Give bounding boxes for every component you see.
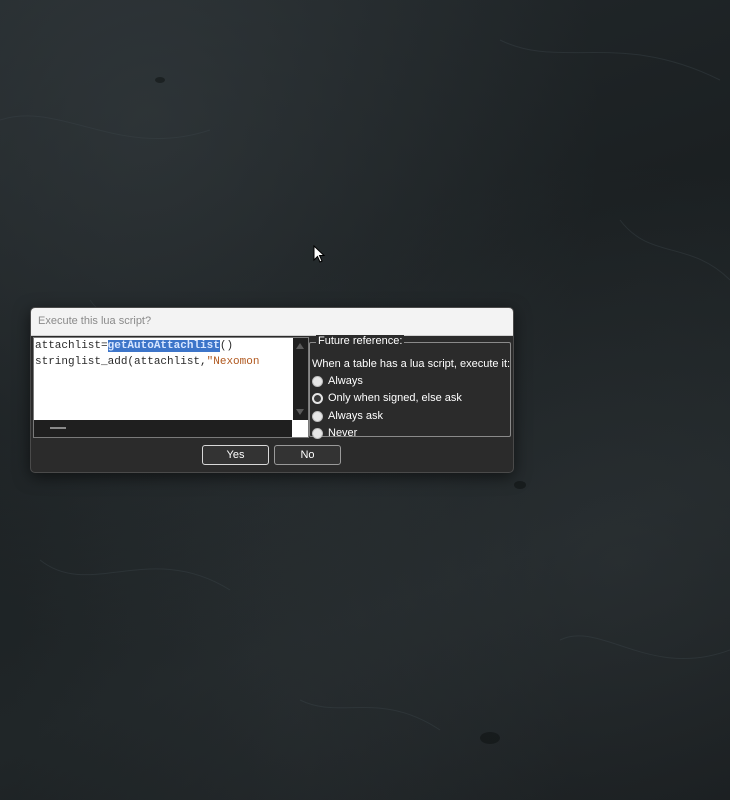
future-reference-group: Future reference: When a table has a lua…: [309, 335, 511, 439]
radio-label-always-ask[interactable]: Always ask: [328, 410, 383, 422]
script-text-area[interactable]: attachlist=getAutoAttachlist() stringlis…: [34, 338, 292, 420]
radio-option-never[interactable]: Never: [312, 425, 357, 441]
script-string-literal: "Nexomon: [206, 356, 260, 368]
radio-option-always[interactable]: Always: [312, 373, 363, 389]
future-reference-legend: Future reference:: [316, 335, 405, 347]
radio-label-only-when-signed[interactable]: Only when signed, else ask: [328, 392, 462, 404]
script-line-1: attachlist=getAutoAttachlist(): [35, 339, 233, 353]
script-selected-text: getAutoAttachlist: [107, 340, 220, 352]
radio-button-icon[interactable]: [312, 410, 323, 422]
radio-button-icon[interactable]: [312, 375, 323, 387]
radio-label-always[interactable]: Always: [328, 375, 363, 387]
yes-button[interactable]: Yes: [202, 445, 269, 465]
radio-button-checked-icon[interactable]: [312, 392, 323, 404]
script-line-1-prefix: attachlist=: [35, 340, 108, 352]
radio-button-icon[interactable]: [312, 427, 323, 439]
script-line-2: stringlist_add(attachlist,"Nexomon: [35, 355, 259, 369]
scrollbar-corner: [293, 420, 308, 437]
vertical-scrollbar[interactable]: [293, 338, 308, 420]
dialog-titlebar[interactable]: Execute this lua script?: [31, 308, 513, 336]
future-reference-description: When a table has a lua script, execute i…: [312, 358, 511, 370]
script-line-2-prefix: stringlist_add(attachlist,: [35, 356, 207, 368]
radio-label-never[interactable]: Never: [328, 427, 357, 439]
dialog-title: Execute this lua script?: [38, 315, 152, 327]
lua-script-dialog: Execute this lua script? attachlist=getA…: [30, 307, 514, 473]
mouse-pointer-icon: [313, 245, 326, 263]
scroll-up-arrow-icon[interactable]: [296, 343, 304, 349]
radio-option-only-when-signed[interactable]: Only when signed, else ask: [312, 390, 462, 406]
scroll-down-arrow-icon[interactable]: [296, 409, 304, 415]
script-line-1-suffix: (): [219, 340, 234, 352]
horizontal-scroll-thumb[interactable]: [50, 427, 66, 429]
no-button[interactable]: No: [274, 445, 341, 465]
script-editor[interactable]: attachlist=getAutoAttachlist() stringlis…: [33, 337, 309, 438]
radio-option-always-ask[interactable]: Always ask: [312, 408, 383, 424]
horizontal-scrollbar[interactable]: [34, 420, 292, 437]
